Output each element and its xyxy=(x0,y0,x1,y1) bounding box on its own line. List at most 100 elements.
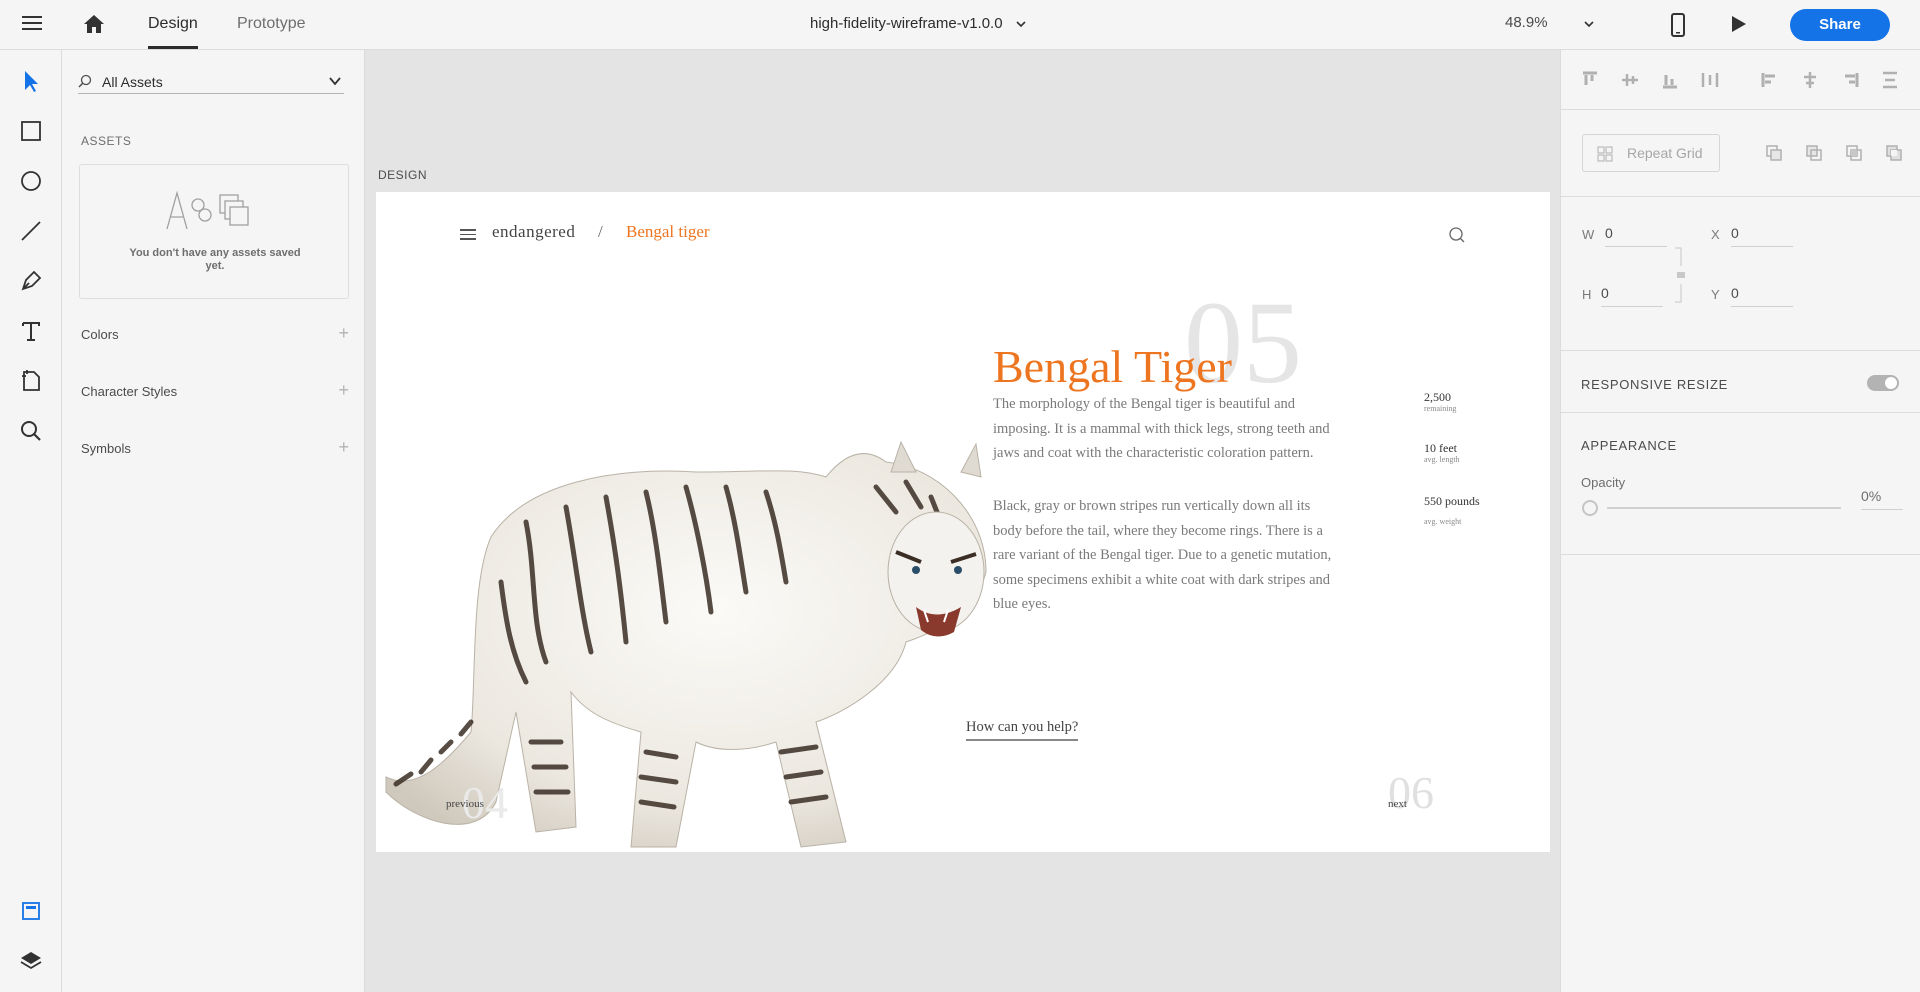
breadcrumb-root[interactable]: endangered xyxy=(492,222,575,242)
repeat-grid-button[interactable]: Repeat Grid xyxy=(1582,134,1720,172)
boolean-subtract-icon[interactable] xyxy=(1805,144,1823,162)
divider xyxy=(1561,350,1920,351)
appearance-heading: APPEARANCE xyxy=(1581,438,1677,453)
stat-label: remaining xyxy=(1424,404,1457,413)
line-tool-icon[interactable] xyxy=(18,218,44,244)
ellipse-tool-icon[interactable] xyxy=(18,168,44,194)
boolean-add-icon[interactable] xyxy=(1765,144,1783,162)
assets-panel-icon[interactable] xyxy=(18,898,44,924)
x-field[interactable]: 0 xyxy=(1731,225,1793,247)
assets-heading: ASSETS xyxy=(81,134,132,148)
chevron-down-icon[interactable] xyxy=(1016,19,1026,29)
zoom-level[interactable]: 48.9% xyxy=(1505,14,1548,31)
assets-panel: All Assets ASSETS You don't have any ass… xyxy=(62,50,365,992)
tab-prototype[interactable]: Prototype xyxy=(237,15,305,33)
repeat-grid-icon xyxy=(1597,146,1613,162)
boolean-intersect-icon[interactable] xyxy=(1845,144,1863,162)
distribute-vertical-icon[interactable] xyxy=(1881,71,1899,89)
text-tool-icon[interactable] xyxy=(18,318,44,344)
tool-bar xyxy=(0,50,62,992)
height-field[interactable]: 0 xyxy=(1601,285,1663,307)
page-title: Bengal Tiger xyxy=(993,341,1232,392)
add-symbol-icon[interactable]: + xyxy=(338,437,349,458)
assets-placeholder-icon xyxy=(166,191,249,230)
add-color-icon[interactable]: + xyxy=(338,323,349,344)
tab-design[interactable]: Design xyxy=(148,15,198,33)
search-icon[interactable] xyxy=(1448,226,1466,244)
assets-filter[interactable]: All Assets xyxy=(78,68,344,94)
character-styles-label: Character Styles xyxy=(81,384,178,399)
mobile-preview-icon[interactable] xyxy=(1670,13,1686,37)
align-middle-icon[interactable] xyxy=(1621,71,1639,89)
zoom-chevron-down-icon[interactable] xyxy=(1584,19,1594,29)
stat-value: 550 pounds xyxy=(1424,494,1480,508)
hamburger-menu-icon[interactable] xyxy=(20,12,44,36)
width-field[interactable]: 0 xyxy=(1605,225,1667,247)
property-inspector: Repeat Grid W 0 X 0 H 0 Y 0 RESPONSIVE R… xyxy=(1560,50,1920,992)
add-character-style-icon[interactable]: + xyxy=(338,380,349,401)
colors-section[interactable]: Colors + xyxy=(81,323,349,343)
toggle-knob xyxy=(1885,377,1897,389)
stat-remaining: 2,500 remaining xyxy=(1424,390,1456,413)
home-icon[interactable] xyxy=(82,12,106,36)
description-paragraph-1: The morphology of the Bengal tiger is be… xyxy=(993,396,1330,461)
align-bottom-icon[interactable] xyxy=(1661,71,1679,89)
active-tab-indicator xyxy=(148,46,198,49)
artboard-tool-icon[interactable] xyxy=(18,368,44,394)
rectangle-tool-icon[interactable] xyxy=(18,118,44,144)
opacity-label: Opacity xyxy=(1581,475,1626,490)
artboard-label[interactable]: DESIGN xyxy=(378,168,427,182)
align-right-icon[interactable] xyxy=(1841,71,1859,89)
previous-link[interactable]: previous xyxy=(446,798,484,810)
character-styles-section[interactable]: Character Styles + xyxy=(81,380,349,400)
align-left-icon[interactable] xyxy=(1761,71,1779,89)
y-label: Y xyxy=(1711,287,1720,302)
zoom-tool-icon[interactable] xyxy=(18,418,44,444)
opacity-slider-track[interactable] xyxy=(1607,507,1841,509)
divider xyxy=(1561,412,1920,413)
assets-filter-value: All Assets xyxy=(102,74,163,90)
share-button[interactable]: Share xyxy=(1790,9,1890,41)
x-label: X xyxy=(1711,227,1720,242)
align-top-icon[interactable] xyxy=(1581,71,1599,89)
chevron-down-icon[interactable] xyxy=(328,74,342,88)
document-title[interactable]: high-fidelity-wireframe-v1.0.0 xyxy=(810,15,1003,32)
breadcrumb-current[interactable]: Bengal tiger xyxy=(626,222,710,242)
empty-assets-message: You don't have any assets saved yet. xyxy=(129,247,301,272)
next-number-watermark: 06 xyxy=(1388,767,1434,818)
align-toolbar xyxy=(1561,50,1920,110)
stat-weight: 550 pounds avg. weight xyxy=(1424,494,1480,526)
width-label: W xyxy=(1582,227,1595,242)
opacity-slider-handle[interactable] xyxy=(1582,500,1598,516)
artboard-menu-icon[interactable] xyxy=(460,226,476,240)
divider xyxy=(1561,196,1920,197)
select-tool-icon[interactable] xyxy=(18,68,44,94)
responsive-resize-toggle[interactable] xyxy=(1867,375,1899,391)
repeat-grid-label: Repeat Grid xyxy=(1627,145,1703,161)
distribute-horizontal-icon[interactable] xyxy=(1701,71,1719,89)
opacity-field[interactable]: 0% xyxy=(1861,488,1903,510)
boolean-exclude-icon[interactable] xyxy=(1885,144,1903,162)
artboard[interactable]: endangered / Bengal tiger 05 Bengal Tige… xyxy=(376,192,1550,852)
stat-label: avg. weight xyxy=(1424,517,1462,526)
align-center-icon[interactable] xyxy=(1801,71,1819,89)
responsive-resize-heading: RESPONSIVE RESIZE xyxy=(1581,377,1728,392)
y-field[interactable]: 0 xyxy=(1731,285,1793,307)
description-paragraph-2: Black, gray or brown stripes run vertica… xyxy=(993,498,1332,612)
breadcrumb-separator: / xyxy=(598,222,603,241)
next-link[interactable]: next xyxy=(1388,798,1407,810)
pen-tool-icon[interactable] xyxy=(18,268,44,294)
lock-aspect-icon[interactable] xyxy=(1673,246,1687,304)
divider xyxy=(1561,554,1920,555)
empty-assets-box: You don't have any assets saved yet. xyxy=(79,164,349,299)
help-link[interactable]: How can you help? xyxy=(966,719,1079,741)
symbols-label: Symbols xyxy=(81,441,131,456)
stat-label: avg. length xyxy=(1424,455,1460,464)
layers-icon[interactable] xyxy=(18,948,44,974)
colors-label: Colors xyxy=(81,327,119,342)
play-icon[interactable] xyxy=(1728,14,1748,34)
top-bar: Design Prototype high-fidelity-wireframe… xyxy=(0,0,1920,50)
tiger-image xyxy=(385,440,987,848)
search-icon xyxy=(78,74,92,88)
symbols-section[interactable]: Symbols + xyxy=(81,437,349,457)
